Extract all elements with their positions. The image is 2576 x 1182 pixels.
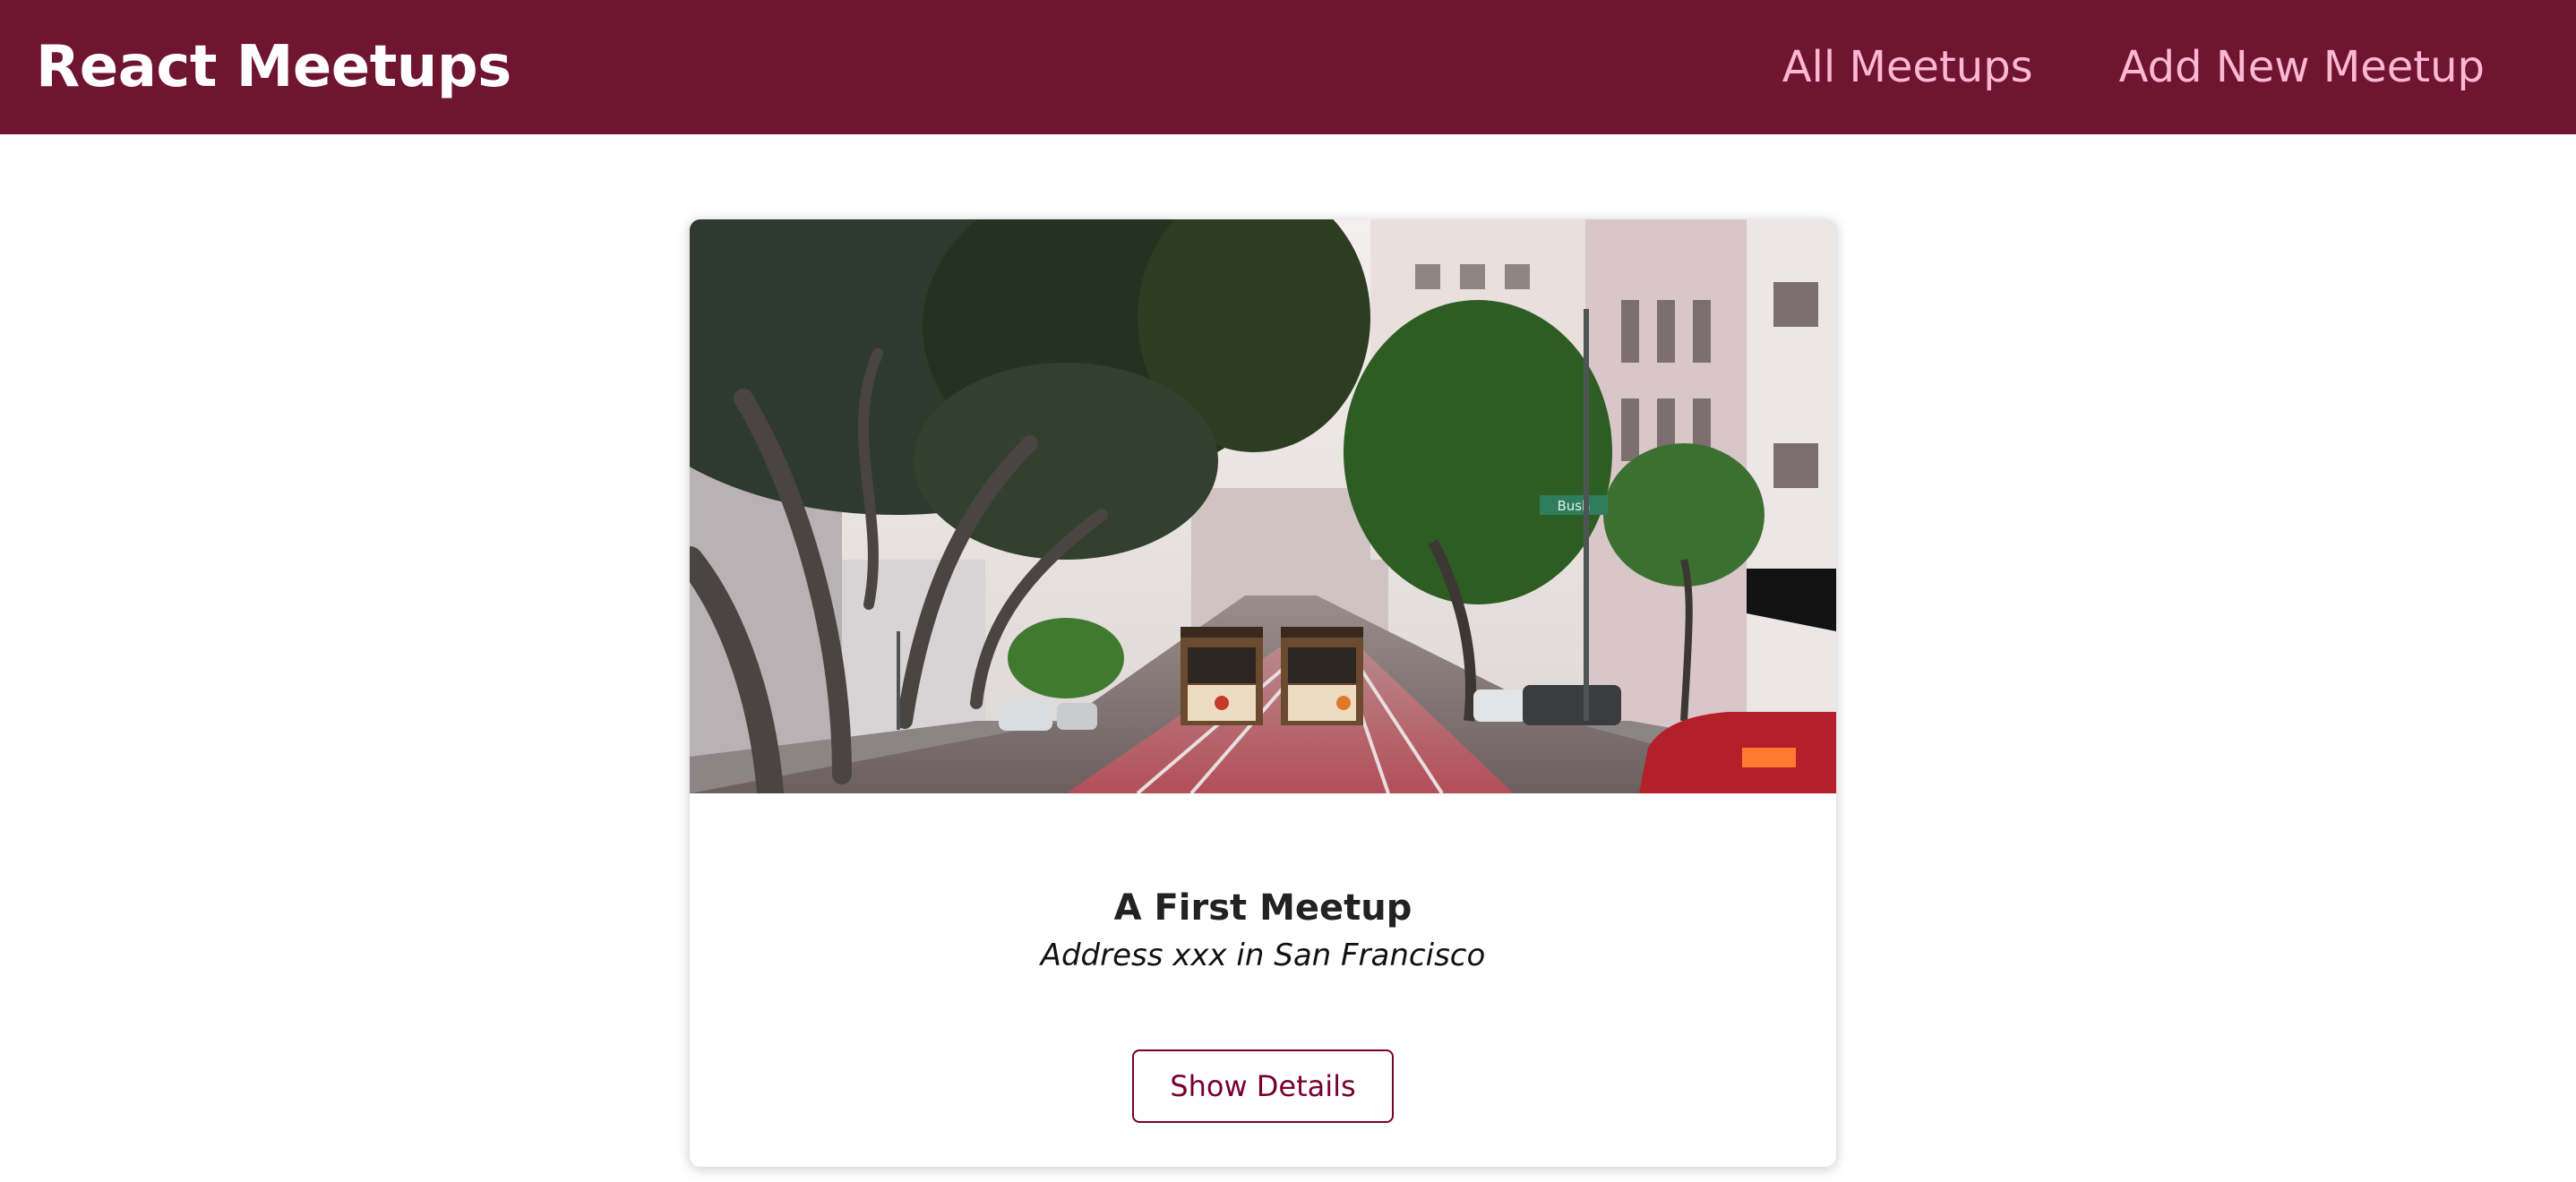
meetup-address: Address xxx in San Francisco bbox=[1040, 938, 1486, 973]
nav-link-all-meetups[interactable]: All Meetups bbox=[1782, 46, 2033, 89]
show-details-button[interactable]: Show Details bbox=[1132, 1049, 1394, 1123]
site-logo[interactable]: React Meetups bbox=[36, 39, 511, 96]
meetup-card: Bush A First Meetup Address xxx in San F… bbox=[690, 219, 1836, 1167]
meetup-title: A First Meetup bbox=[1113, 887, 1413, 929]
nav-link-add-new-meetup[interactable]: Add New Meetup bbox=[2119, 46, 2485, 89]
meetup-image: Bush bbox=[690, 219, 1836, 793]
main-nav: All Meetups Add New Meetup bbox=[1782, 46, 2485, 89]
main-header: React Meetups All Meetups Add New Meetup bbox=[0, 0, 2576, 134]
